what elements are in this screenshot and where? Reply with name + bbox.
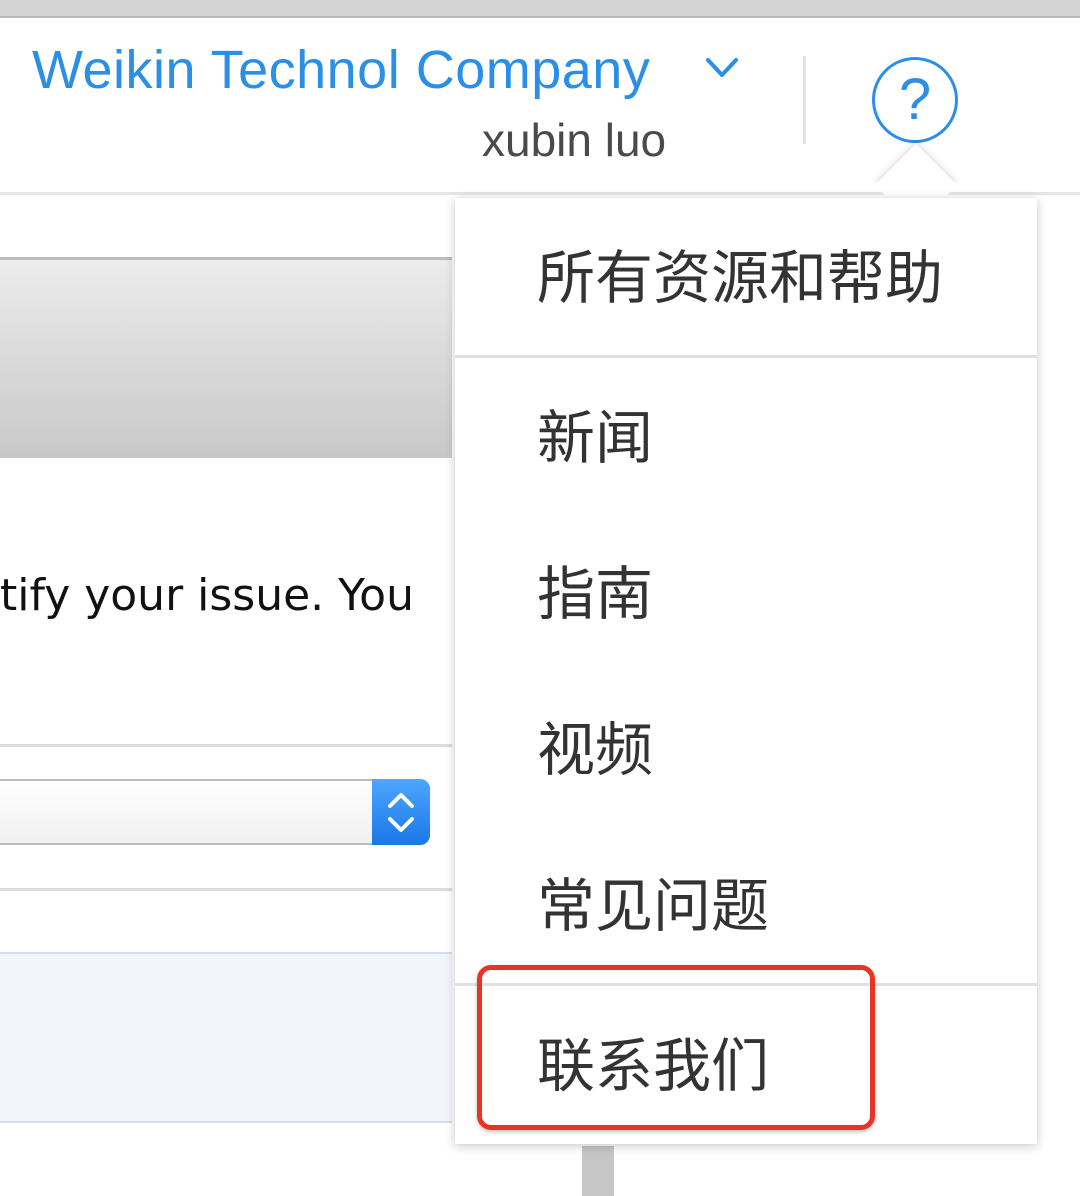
menu-item-news[interactable]: 新闻 bbox=[537, 404, 653, 472]
issue-select[interactable] bbox=[0, 779, 430, 845]
scroll-indicator bbox=[582, 1146, 614, 1196]
info-panel bbox=[0, 952, 452, 1123]
header-separator bbox=[803, 56, 806, 144]
menu-item-faq[interactable]: 常见问题 bbox=[537, 872, 769, 940]
user-name: xubin luo bbox=[482, 114, 667, 166]
divider bbox=[0, 888, 452, 891]
help-menu-caret-cover bbox=[860, 198, 972, 222]
divider bbox=[0, 744, 452, 747]
menu-item-videos[interactable]: 视频 bbox=[537, 716, 653, 784]
select-stepper-icon[interactable] bbox=[372, 779, 430, 845]
company-switcher[interactable]: Weikin Technol Company bbox=[32, 38, 650, 102]
menu-divider bbox=[455, 355, 1037, 358]
menu-item-all-resources-help[interactable]: 所有资源和帮助 bbox=[537, 244, 943, 312]
issue-instructions: tify your issue. You bbox=[0, 570, 414, 621]
help-question-icon[interactable]: ? bbox=[872, 57, 958, 143]
chevron-down-icon[interactable] bbox=[704, 54, 740, 82]
window-top-strip bbox=[0, 0, 1080, 18]
page-banner bbox=[0, 257, 452, 458]
menu-item-guides[interactable]: 指南 bbox=[537, 560, 653, 628]
highlight-box bbox=[477, 965, 875, 1130]
